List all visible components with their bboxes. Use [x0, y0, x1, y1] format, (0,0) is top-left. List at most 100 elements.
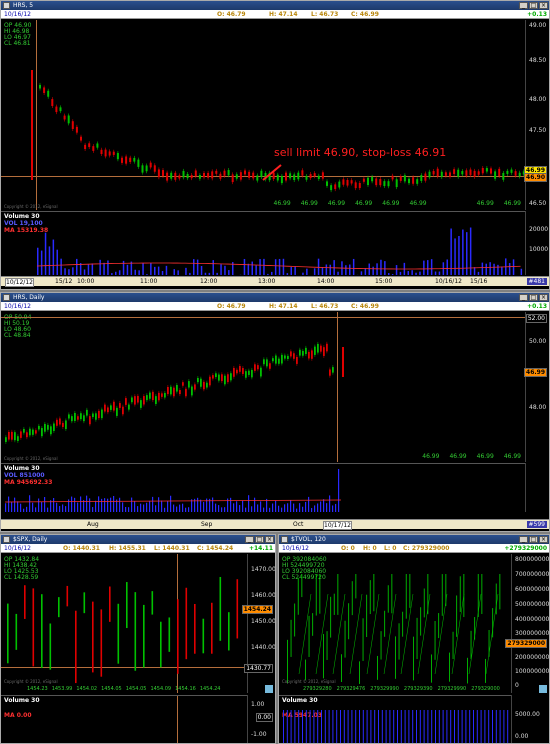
- price-pane[interactable]: OP 1432.84 HI 1438.42 LO 1425.53 CL 1428.59…: [1, 554, 247, 693]
- volume-bar: [161, 270, 164, 275]
- volume-bar: [454, 238, 456, 275]
- volume-bar: [157, 266, 160, 275]
- volume-bar: [283, 710, 284, 743]
- volume-bar: [294, 266, 296, 275]
- title-bar[interactable]: HRS, Daily _ □ ×: [1, 293, 549, 302]
- chart-window-spx-daily[interactable]: $SPX, Daily _ □ × 10/16/12 O: 1440.31 H: 1…: [0, 534, 276, 744]
- volume-bar: [104, 498, 106, 512]
- chart-window-tvol-120[interactable]: $TVOL, 120 _ □ × 10/16/12 O: 0 H: 0 L: 0 C…: [278, 534, 550, 744]
- candle: [236, 579, 239, 639]
- volume-bar: [349, 264, 351, 275]
- volume-bar: [152, 496, 154, 512]
- volume-bar: [294, 710, 296, 743]
- quote-header: 10/16/12 O: 1440.31 H: 1455.31 L: 1440.3…: [1, 544, 275, 553]
- volume-bars: [36, 227, 523, 275]
- maximize-button[interactable]: □: [529, 294, 538, 301]
- volume-bar: [224, 265, 226, 275]
- volume-bar: [335, 503, 337, 512]
- minimize-button[interactable]: _: [245, 536, 254, 543]
- volume-bar: [351, 710, 353, 743]
- price-axis[interactable]: 52.00 50.00 46.99 48.00: [524, 312, 549, 462]
- volume-bar: [454, 710, 455, 743]
- maximize-button[interactable]: □: [529, 2, 538, 9]
- close-button[interactable]: ×: [539, 294, 548, 301]
- minimize-button[interactable]: _: [519, 2, 528, 9]
- close-button[interactable]: ×: [539, 536, 548, 543]
- volume-bar: [118, 270, 121, 275]
- volume-bar: [79, 263, 82, 275]
- candle: [441, 574, 443, 616]
- price-pane[interactable]: OP 392084060 HI 524499720 LO 392084060 CL 5…: [279, 554, 511, 693]
- volume-bar: [111, 273, 113, 275]
- price-pane[interactable]: OP 50.94HI 50.19LO 48.60CL 48.84 46.9946…: [1, 312, 525, 462]
- volume-axis[interactable]: 1.00 0.00 -1.00: [247, 695, 275, 743]
- volume-bar: [438, 271, 441, 275]
- volume-bar: [309, 710, 311, 743]
- volume-pane[interactable]: Volume 30 VOL 851000 MA 945692.33: [1, 463, 525, 512]
- candle: [160, 621, 162, 668]
- candle: [15, 613, 18, 650]
- volume-bar: [95, 500, 97, 512]
- volume-bar: [134, 501, 136, 512]
- volume-bar: [305, 710, 307, 743]
- volume-bar: [146, 502, 148, 512]
- copyright: Copyright © 2012, eSignal: [4, 456, 58, 461]
- candle: [305, 659, 306, 681]
- maximize-button[interactable]: □: [529, 536, 538, 543]
- minimize-button[interactable]: _: [519, 294, 528, 301]
- volume-bar: [41, 501, 43, 512]
- price-axis[interactable]: 49.00 48.50 48.00 47.50 46.99 46.90 46.5…: [524, 20, 549, 210]
- volume-bar: [388, 273, 390, 275]
- volume-pane[interactable]: Volume 30 MA 5947.03: [279, 695, 511, 743]
- window-title: $TVOL, 120: [291, 536, 326, 543]
- close-button[interactable]: ×: [539, 2, 548, 9]
- price-candles: [287, 574, 501, 684]
- title-bar[interactable]: $SPX, Daily _ □ ×: [1, 535, 275, 544]
- volume-axis[interactable]: 5000.00 0.00: [511, 695, 549, 743]
- candle: [380, 631, 382, 660]
- volume-pane[interactable]: Volume 30 MA 0.00: [1, 695, 247, 743]
- candle: [431, 654, 432, 683]
- chart-window-hrs-5min[interactable]: HRS, 5 _ □ × 10/16/12 O: 46.79 H: 47.14 L:…: [0, 0, 550, 290]
- volume-axis[interactable]: 20000 10000: [525, 211, 549, 275]
- volume-bar: [154, 266, 156, 275]
- time-axis[interactable]: Aug Sep Oct 10/17/12 #599: [1, 519, 549, 530]
- price-axis[interactable]: 1470.00 1460.00 1454.24 1450.00 1440.00 …: [241, 554, 275, 693]
- volume-bar: [220, 264, 222, 275]
- volume-pane[interactable]: Volume 30 VOL 19,100 MA 15319.38: [1, 211, 525, 275]
- window-title: HRS, Daily: [13, 294, 45, 301]
- volume-bar: [328, 710, 330, 743]
- volume-bar: [38, 498, 40, 512]
- candle: [315, 574, 317, 616]
- header-low: L: 0: [384, 545, 397, 552]
- close-button[interactable]: ×: [265, 536, 274, 543]
- scale-toggle-icon[interactable]: [539, 685, 547, 693]
- volume-bar: [415, 272, 417, 275]
- volume-bar: [435, 710, 436, 743]
- volume-bar: [416, 710, 417, 743]
- volume-bar: [326, 503, 328, 512]
- window-title: $SPX, Daily: [13, 536, 48, 543]
- maximize-button[interactable]: □: [255, 536, 264, 543]
- volume-bar: [119, 497, 121, 512]
- price-pane[interactable]: OP 46.90 HI 46.98 LO 46.97 CL 46.81 sell li…: [1, 20, 525, 210]
- volume-bar: [60, 258, 62, 275]
- chart-window-hrs-daily[interactable]: HRS, Daily _ □ × 10/16/12 O: 46.79 H: 47.1…: [0, 292, 550, 532]
- price-axis[interactable]: 800000000 700000000 600000000 500000000 …: [505, 554, 549, 693]
- volume-bar: [179, 504, 181, 512]
- volume-bar: [503, 710, 505, 743]
- time-axis[interactable]: 10/12/12 15/12 10:00 11:00 12:00 13:00 1…: [1, 276, 549, 287]
- volume-bar: [98, 496, 100, 512]
- minimize-button[interactable]: _: [519, 536, 528, 543]
- candle: [143, 604, 145, 668]
- scale-toggle-icon[interactable]: [265, 685, 273, 693]
- volume-bar: [176, 506, 178, 512]
- volume-bar: [68, 269, 70, 275]
- volume-bar: [56, 249, 58, 275]
- title-bar[interactable]: HRS, 5 _ □ ×: [1, 1, 549, 10]
- volume-bar: [434, 271, 437, 275]
- candle: [351, 581, 353, 616]
- volume-bar: [275, 500, 277, 512]
- header-open: O: 0: [341, 545, 355, 552]
- title-bar[interactable]: $TVOL, 120 _ □ ×: [279, 535, 549, 544]
